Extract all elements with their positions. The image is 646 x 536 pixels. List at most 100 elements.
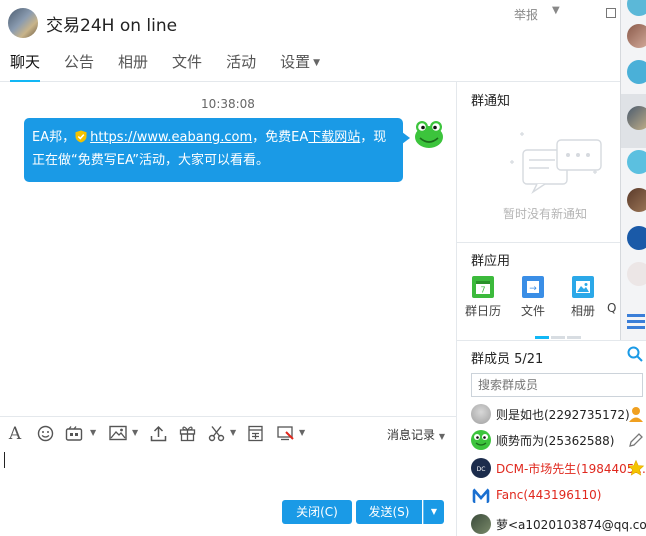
app-calendar[interactable]: 7 群日历 [463,276,503,319]
conversation-avatar[interactable] [627,24,646,48]
owner-icon [629,407,643,422]
member-avatar [471,404,491,424]
app-label: 文件 [520,304,545,318]
calendar-day: 7 [480,286,485,295]
maximize-icon[interactable] [606,8,616,18]
empty-notice-icon [510,132,602,195]
member-name: 则是如也(2292735172) [496,408,630,422]
tab-bar: 聊天 公告 相册 文件 活动 设置 ▼ [0,48,334,82]
tab-announcement[interactable]: 公告 [64,48,94,82]
conversation-avatar[interactable] [627,150,646,174]
message-text: 下载网站 [308,130,361,145]
tab-settings[interactable]: 设置 ▼ [280,48,320,82]
member-item[interactable]: 顺势而为(25362588) [471,430,646,452]
chevron-down-icon[interactable]: ▼ [132,428,138,437]
list-icon[interactable] [625,312,645,330]
tab-label: 聊天 [10,53,41,71]
document-icon[interactable] [246,425,264,443]
tab-activity[interactable]: 活动 [226,48,256,82]
message-area[interactable]: 10:38:08 EA邦， https://www.eabang.com，免费EA… [0,83,456,413]
member-name: 萝<a1020103874@qq.com> [496,518,646,532]
search-icon[interactable] [627,346,643,362]
image-icon[interactable] [109,425,127,443]
screen-record-icon[interactable] [277,425,295,443]
message-text: ，免费EA [252,130,309,145]
tab-label: 活动 [226,53,257,71]
divider [457,242,646,243]
frog-avatar-icon[interactable] [413,118,445,150]
message-timestamp: 10:38:08 [201,97,255,111]
chevron-down-icon[interactable]: ▼ [299,428,305,437]
chevron-down-icon[interactable]: ▼ [552,5,560,16]
send-button[interactable]: 发送(S) [356,500,422,524]
conversation-avatar[interactable] [627,106,646,130]
frog-avatar-icon [471,430,491,450]
group-side-panel: 群通知 暂时没有新通知 群应用 7 群日历 → 文件 相册 Q 群成员 5/21 [456,82,646,536]
pager-dot[interactable] [535,336,549,339]
app-album[interactable]: 相册 [563,276,603,319]
message-text: EA邦， [32,130,76,145]
member-item[interactable]: DC DCM-市场先生(1984405... [471,458,646,480]
chevron-down-icon[interactable]: ▼ [90,428,96,437]
member-item[interactable]: Fanc(443196110) [471,486,646,508]
chevron-down-icon: ▼ [438,432,445,441]
message-history-button[interactable]: 消息记录 ▼ [387,426,445,443]
empty-notice-text: 暂时没有新通知 [502,207,587,221]
message-input[interactable] [0,450,456,496]
member-name: 顺势而为(25362588) [496,434,615,448]
tab-chat[interactable]: 聊天 [10,48,41,82]
file-arrow: → [529,284,537,294]
svg-text:DC: DC [477,466,486,473]
notice-title: 群通知 [471,94,511,109]
chevron-down-icon: ▼ [313,58,321,68]
conversation-avatar[interactable] [627,188,646,212]
gif-icon[interactable] [65,425,83,443]
conversation-avatar[interactable] [627,262,646,286]
message-link[interactable]: https://www.eabang.com [90,130,252,145]
report-button[interactable]: 举报 [514,6,538,23]
edit-icon [629,433,643,447]
message-bubble[interactable]: EA邦， https://www.eabang.com，免费EA下载网站，现正在做… [24,118,410,182]
font-icon[interactable]: A [6,425,24,443]
conversation-avatar[interactable] [627,60,646,84]
upload-icon[interactable] [149,425,167,443]
calendar-icon: 7 [472,276,494,298]
conversation-avatar[interactable] [627,226,646,250]
chevron-down-icon[interactable]: ▼ [230,428,236,437]
member-avatar: DC [471,458,491,478]
pager-dot[interactable] [567,336,581,339]
member-name: Fanc(443196110) [496,488,602,502]
divider [457,340,646,341]
send-options-icon[interactable]: ▼ [423,500,444,524]
file-icon: → [522,276,544,298]
app-files[interactable]: → 文件 [513,276,553,319]
text-cursor [4,452,5,468]
app-label: 群日历 [464,304,501,318]
tab-label: 相册 [118,53,149,71]
emoji-icon[interactable] [36,425,54,443]
members-title: 群成员 5/21 [471,352,544,367]
scissors-icon[interactable] [207,425,225,443]
star-icon [627,459,645,476]
member-item[interactable]: 则是如也(2292735172) [471,404,646,426]
tab-files[interactable]: 文件 [172,48,202,82]
group-avatar[interactable] [8,8,38,38]
message-history-label: 消息记录 [387,428,436,442]
member-item[interactable]: 萝<a1020103874@qq.com> [471,514,646,536]
close-button[interactable]: 关闭(C) [282,500,352,524]
tab-album[interactable]: 相册 [118,48,148,82]
input-toolbar: A ▼ ▼ ▼ ▼ 消息记录 ▼ [0,416,456,450]
member-avatar [471,486,491,506]
group-title: 交易24H on line [46,16,178,36]
conversation-avatar[interactable] [627,0,646,16]
apps-title: 群应用 [471,254,511,269]
gift-icon[interactable] [178,425,196,443]
tab-label: 公告 [64,53,95,71]
member-name: DCM-市场先生(1984405... [496,462,646,476]
member-search-input[interactable] [471,373,643,397]
app-label: 相册 [570,304,595,318]
tab-label: 设置 [280,53,311,71]
member-avatar [471,514,491,534]
pager-dot[interactable] [551,336,565,339]
album-icon [572,276,594,298]
